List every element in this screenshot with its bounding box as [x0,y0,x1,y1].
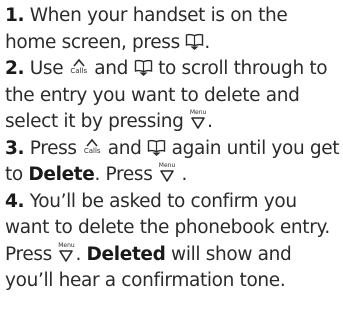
phonebook-key-icon [134,59,153,77]
step-text: and [88,58,134,79]
step-text: . [207,111,213,132]
step-text: . [75,243,87,265]
menu-option-delete: Delete [28,164,95,185]
step-2: 2. Use Calls and to scroll through to th… [5,56,343,136]
step-text: Use [24,58,69,79]
menu-select-key-icon: Menu [158,162,176,184]
phonebook-key-icon [147,139,166,157]
step-4: 4. You’ll be asked to confirm you want t… [5,189,343,295]
menu-key-label: Menu [158,162,176,169]
menu-key-label: Menu [189,109,207,116]
step-number: 2. [5,58,25,79]
instruction-page: 1. When your handset is on the home scre… [0,0,343,323]
menu-select-key-icon: Menu [189,109,207,131]
step-text: . [204,31,210,53]
calls-key-label: Calls [83,146,101,155]
step-3: 3. Press Calls and again until you get t… [5,136,343,189]
step-text: Press [24,137,83,159]
step-number: 1. [5,5,25,26]
menu-key-label: Menu [58,241,75,249]
step-number: 3. [5,137,25,159]
step-text: and [102,137,148,159]
step-text: When your handset is on the home screen,… [5,5,288,53]
menu-select-key-icon: Menu [57,242,75,264]
step-number: 4. [5,190,25,212]
calls-key-icon: Calls [82,136,102,158]
calls-key-label: Calls [70,67,88,75]
step-text: . [176,164,188,185]
phonebook-key-icon [185,33,204,51]
step-text: . Press [94,164,159,185]
status-deleted: Deleted [86,243,166,265]
step-1: 1. When your handset is on the home scre… [5,3,343,56]
calls-key-icon: Calls [69,56,89,78]
